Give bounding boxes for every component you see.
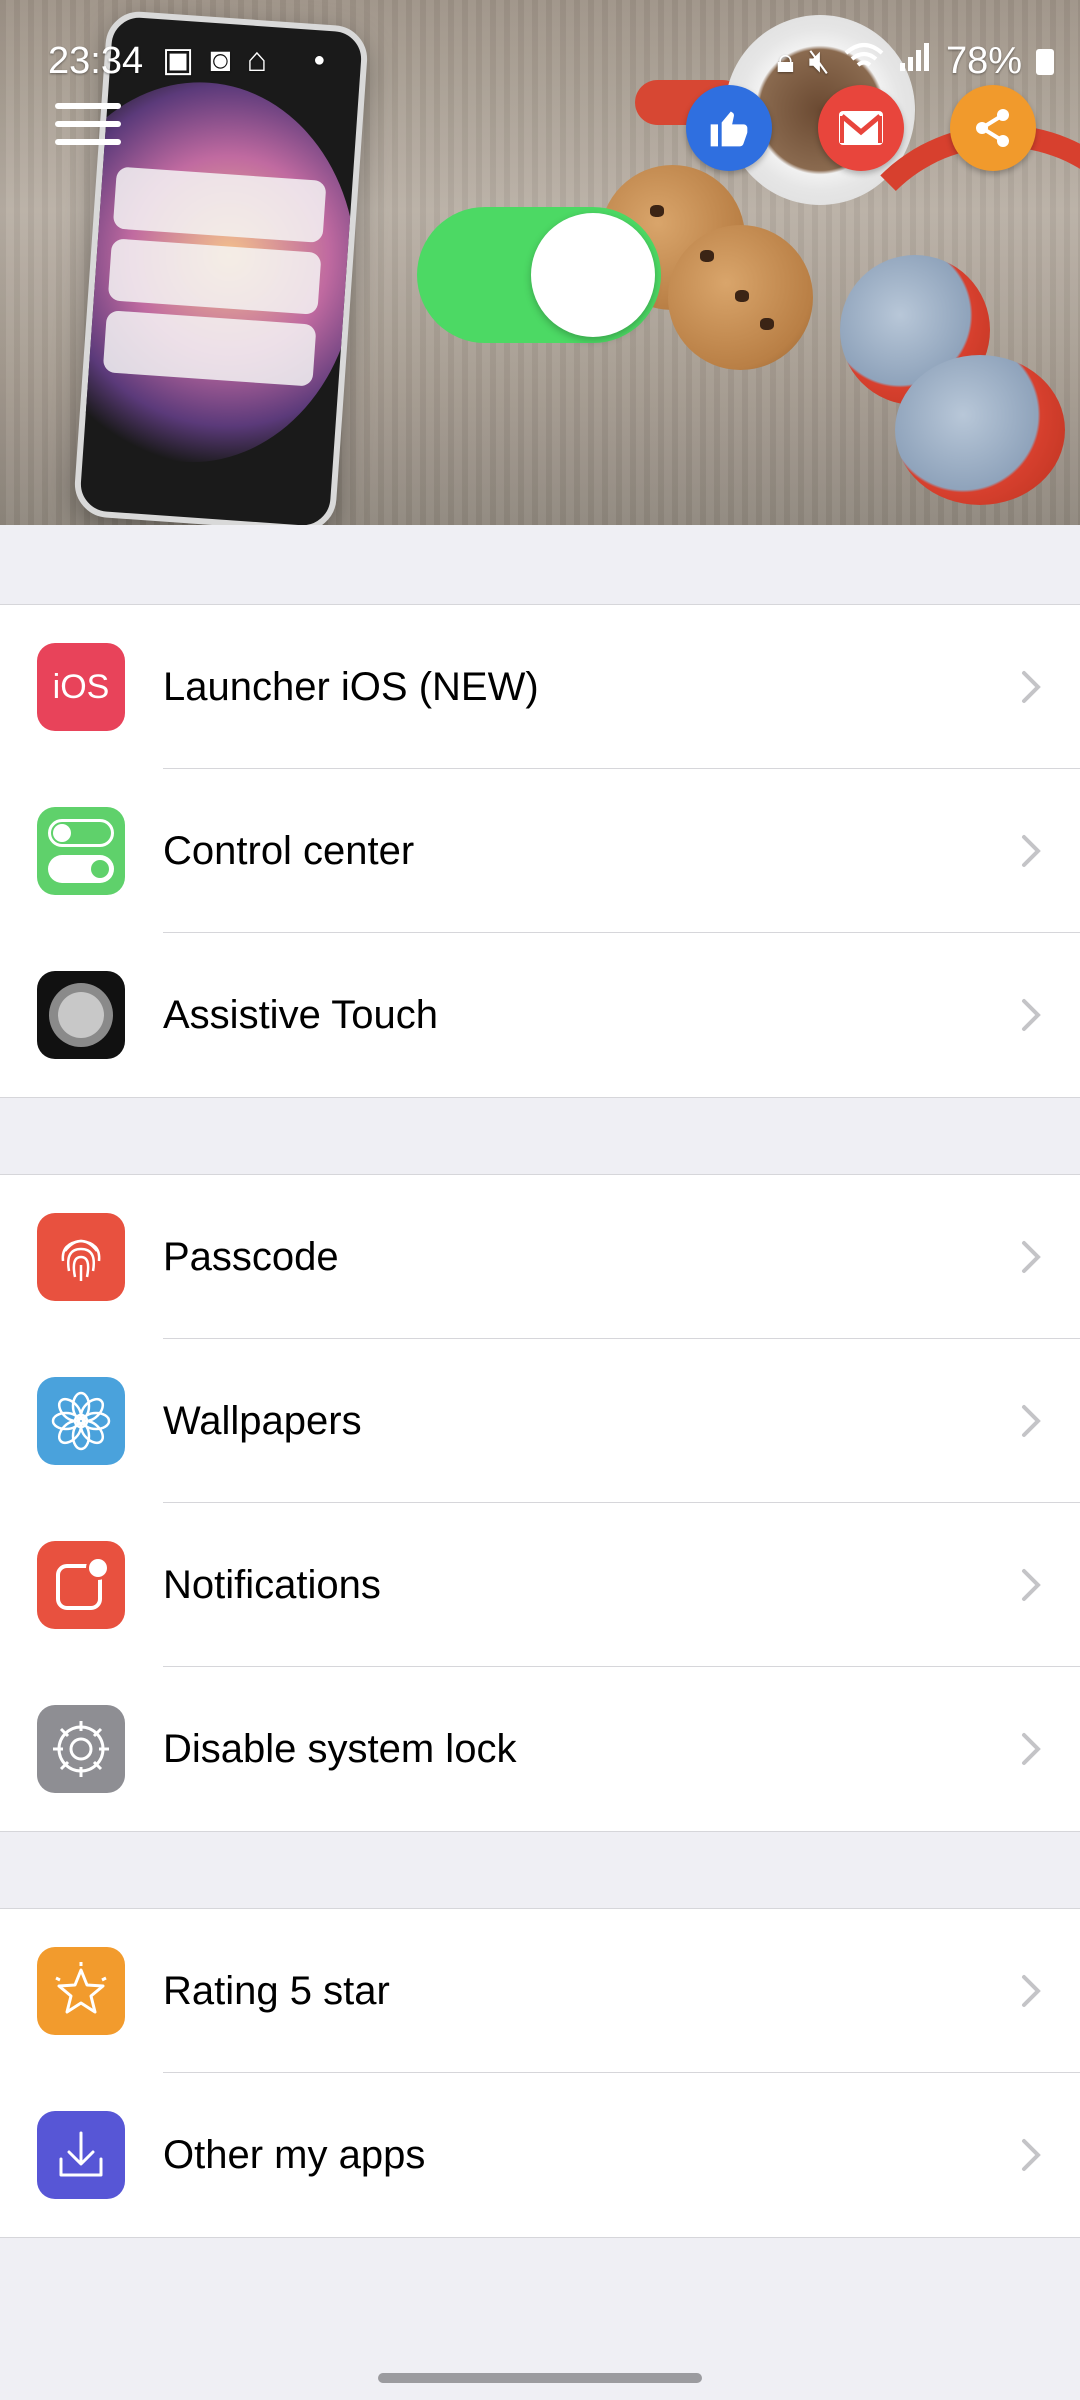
share-button[interactable]: [950, 85, 1036, 171]
mail-button[interactable]: [818, 85, 904, 171]
instagram-icon: ◙: [210, 40, 231, 79]
list-item-launcher-ios[interactable]: iOS Launcher iOS (NEW): [0, 605, 1080, 769]
list-item-label: Other my apps: [163, 2133, 426, 2177]
home-icon: ⌂: [246, 40, 268, 79]
gear-icon: [37, 1705, 125, 1793]
battery-percent: 78%: [945, 40, 1022, 82]
list-item-label: Passcode: [163, 1235, 339, 1279]
star-icon: [37, 1947, 125, 2035]
list-item-label: Assistive Touch: [163, 993, 438, 1037]
list-item-label: Notifications: [163, 1563, 381, 1607]
battery-icon: [1036, 48, 1054, 75]
wifi-icon: [844, 41, 884, 82]
share-icon: [976, 109, 1009, 147]
notification-badge-icon: [37, 1541, 125, 1629]
toggle-knob: [531, 213, 655, 337]
list-item-label: Rating 5 star: [163, 1969, 390, 2013]
toggles-icon: [37, 807, 125, 895]
list-item-label: Launcher iOS (NEW): [163, 665, 539, 709]
chevron-right-icon: [1022, 1569, 1041, 1601]
flower-icon: [37, 1377, 125, 1465]
chevron-right-icon: [1022, 835, 1041, 867]
list-item-notifications[interactable]: Notifications: [0, 1503, 1080, 1667]
chevron-right-icon: [1022, 1241, 1041, 1273]
master-toggle[interactable]: [417, 207, 661, 343]
chevron-right-icon: [1022, 999, 1041, 1031]
menu-button[interactable]: [55, 103, 121, 149]
ios-icon: iOS: [37, 643, 125, 731]
status-bar: 23:34 ▣ ◙ ⌂ ● 🔒︎ 🔇︎ 78%: [0, 0, 1080, 120]
chevron-right-icon: [1022, 671, 1041, 703]
list-item-control-center[interactable]: Control center: [0, 769, 1080, 933]
chevron-right-icon: [1022, 1405, 1041, 1437]
download-icon: [37, 2111, 125, 2199]
settings-section-main: iOS Launcher iOS (NEW) Control center As…: [0, 604, 1080, 1098]
list-item-wallpapers[interactable]: Wallpapers: [0, 1339, 1080, 1503]
status-time: 23:34: [48, 40, 144, 82]
mail-icon: [839, 111, 883, 145]
like-button[interactable]: [686, 85, 772, 171]
mute-icon: 🔇︎: [808, 42, 830, 80]
settings-section-more: Rating 5 star Other my apps: [0, 1908, 1080, 2238]
assistive-touch-icon: [37, 971, 125, 1059]
list-item-label: Disable system lock: [163, 1727, 517, 1771]
list-item-other-apps[interactable]: Other my apps: [0, 2073, 1080, 2237]
lock-icon: 🔒︎: [776, 42, 795, 80]
gallery-icon: ▣: [162, 41, 195, 79]
dot-icon: ●: [313, 48, 326, 71]
chevron-right-icon: [1022, 2139, 1041, 2171]
home-indicator[interactable]: [378, 2373, 702, 2383]
thumbs-up-icon: [710, 111, 748, 147]
chevron-right-icon: [1022, 1975, 1041, 2007]
list-item-passcode[interactable]: Passcode: [0, 1175, 1080, 1339]
settings-section-security: Passcode Wallpapers Notifications Disabl…: [0, 1174, 1080, 1832]
signal-icon: [898, 41, 932, 82]
chevron-right-icon: [1022, 1733, 1041, 1765]
list-item-rating[interactable]: Rating 5 star: [0, 1909, 1080, 2073]
list-item-assistive-touch[interactable]: Assistive Touch: [0, 933, 1080, 1097]
list-item-label: Wallpapers: [163, 1399, 362, 1443]
list-item-disable-system-lock[interactable]: Disable system lock: [0, 1667, 1080, 1831]
fingerprint-icon: [37, 1213, 125, 1301]
list-item-label: Control center: [163, 829, 415, 873]
